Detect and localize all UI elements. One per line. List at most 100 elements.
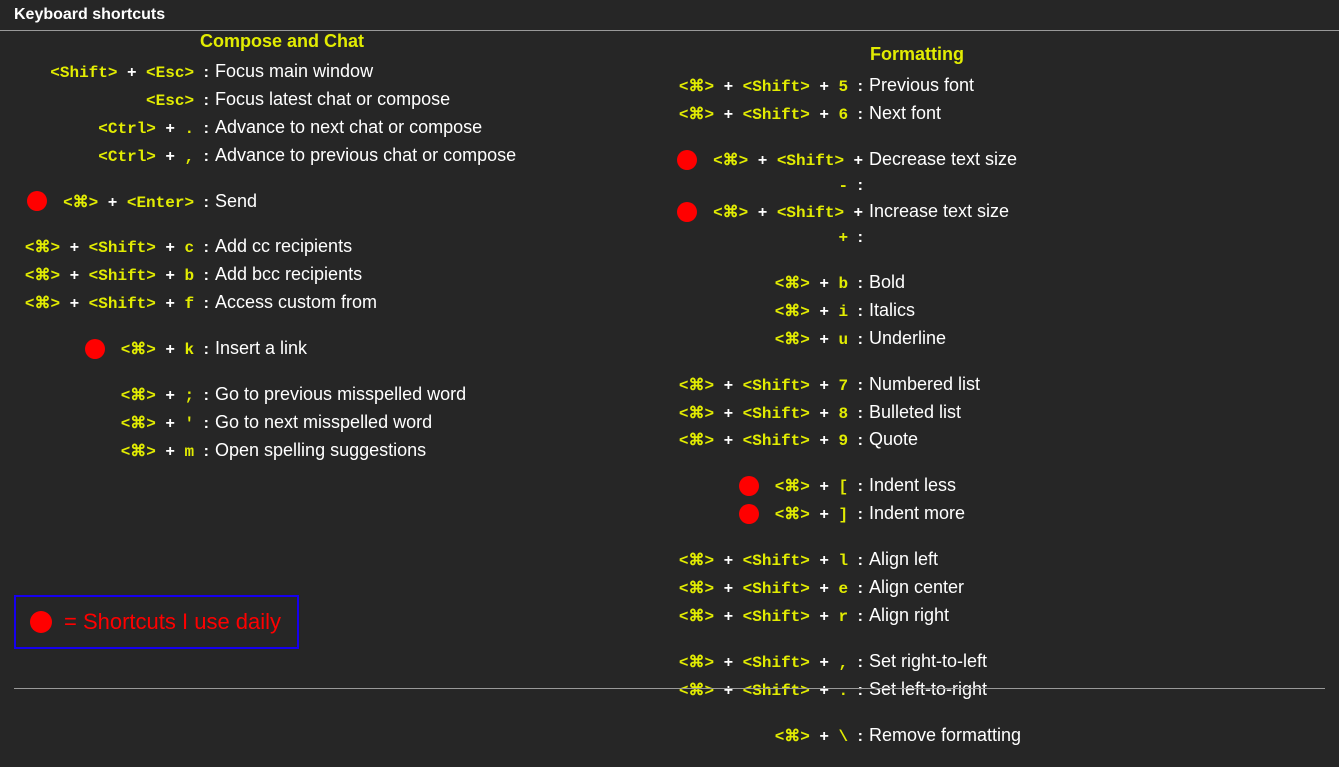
- shortcut-group: <⌘> + \ :Remove formatting: [668, 722, 1021, 750]
- shortcut-keys: <⌘> + \ :: [668, 725, 863, 750]
- shortcut-row: <⌘> + <Shift> + 8 :Bulleted list: [668, 399, 1021, 427]
- shortcut-keys: <⌘> + ; :: [14, 384, 209, 409]
- shortcut-description: Focus main window: [215, 58, 373, 86]
- shortcut-keys: <Ctrl> + , :: [14, 145, 209, 170]
- legend-text: = Shortcuts I use daily: [64, 609, 281, 635]
- shortcut-group: <⌘> + <Shift> + 7 :Numbered list<⌘> + <S…: [668, 371, 1021, 455]
- shortcut-description: Align left: [869, 546, 938, 574]
- shortcut-keys: <⌘> + ' :: [14, 412, 209, 437]
- shortcut-description: Numbered list: [869, 371, 980, 399]
- red-dot-icon: [739, 504, 759, 524]
- column-formatting: <⌘> + <Shift> + 5 :Previous font<⌘> + <S…: [668, 72, 1021, 767]
- shortcut-keys: <⌘> + <Shift> + 8 :: [668, 402, 863, 427]
- shortcut-keys: <⌘> + <Shift> + r :: [668, 605, 863, 630]
- shortcut-keys: <⌘> + <Shift> + 6 :: [668, 103, 863, 128]
- shortcut-keys: <⌘> + <Shift> + f :: [14, 292, 209, 317]
- shortcut-keys: <⌘> + k :: [14, 338, 209, 363]
- shortcut-keys: <⌘> + b :: [668, 272, 863, 297]
- dialog-header: Keyboard shortcuts: [0, 0, 1339, 31]
- shortcut-keys: <⌘> + <Shift> + . :: [668, 679, 863, 704]
- shortcut-description: Focus latest chat or compose: [215, 86, 450, 114]
- red-dot-icon: [739, 476, 759, 496]
- shortcut-group: <⌘> + b :Bold<⌘> + i :Italics<⌘> + u :Un…: [668, 269, 1021, 353]
- shortcut-row: <⌘> + <Shift> + 7 :Numbered list: [668, 371, 1021, 399]
- shortcut-description: Bold: [869, 269, 905, 297]
- shortcut-group: <⌘> + <Shift> + 5 :Previous font<⌘> + <S…: [668, 72, 1021, 128]
- shortcut-group: <⌘> + <Shift> + - :Decrease text size <⌘…: [668, 146, 1021, 251]
- shortcut-description: Set left-to-right: [869, 676, 987, 704]
- shortcut-row: <⌘> + <Shift> + e :Align center: [668, 574, 1021, 602]
- shortcut-keys: <⌘> + <Shift> + 7 :: [668, 374, 863, 399]
- red-dot-icon: [27, 191, 47, 211]
- shortcut-description: Italics: [869, 297, 915, 325]
- shortcut-description: Increase text size: [869, 198, 1009, 226]
- shortcut-description: Underline: [869, 325, 946, 353]
- shortcut-group: <⌘> + [ :Indent less <⌘> + ] :Indent mor…: [668, 472, 1021, 528]
- shortcut-description: Go to next misspelled word: [215, 409, 432, 437]
- shortcut-keys: <⌘> + <Shift> + l :: [668, 549, 863, 574]
- shortcut-description: Align right: [869, 602, 949, 630]
- red-dot-icon: [85, 339, 105, 359]
- shortcut-description: Bulleted list: [869, 399, 961, 427]
- shortcut-keys: <Ctrl> + . :: [14, 117, 209, 142]
- shortcut-group: <⌘> + <Shift> + l :Align left<⌘> + <Shif…: [668, 546, 1021, 630]
- shortcut-description: Quote: [869, 426, 918, 454]
- shortcut-keys: <⌘> + <Enter> :: [14, 191, 209, 216]
- shortcut-row: <⌘> + [ :Indent less: [668, 472, 1021, 500]
- shortcut-description: Set right-to-left: [869, 648, 987, 676]
- shortcut-keys: <⌘> + <Shift> + + :: [668, 201, 863, 251]
- shortcut-keys: <Shift> + <Esc> :: [14, 61, 209, 86]
- shortcut-row: <⌘> + b :Bold: [668, 269, 1021, 297]
- shortcut-keys: <⌘> + <Shift> + 9 :: [668, 429, 863, 454]
- shortcut-description: Indent less: [869, 472, 956, 500]
- shortcut-keys: <⌘> + <Shift> + - :: [668, 149, 863, 199]
- shortcut-row: <⌘> + <Shift> + , :Set right-to-left: [668, 648, 1021, 676]
- section-title-compose: Compose and Chat: [200, 31, 1339, 52]
- shortcut-description: Remove formatting: [869, 722, 1021, 750]
- shortcut-keys: <⌘> + u :: [668, 328, 863, 353]
- shortcut-keys: <⌘> + <Shift> + 5 :: [668, 75, 863, 100]
- shortcut-description: Send: [215, 188, 257, 216]
- shortcut-row: <⌘> + u :Underline: [668, 325, 1021, 353]
- legend-box: = Shortcuts I use daily: [14, 595, 299, 649]
- shortcut-description: Access custom from: [215, 289, 377, 317]
- shortcut-description: Align center: [869, 574, 964, 602]
- shortcut-row: <⌘> + ] :Indent more: [668, 500, 1021, 528]
- shortcut-keys: <⌘> + i :: [668, 300, 863, 325]
- shortcut-description: Advance to previous chat or compose: [215, 142, 516, 170]
- shortcut-keys: <⌘> + <Shift> + c :: [14, 236, 209, 261]
- shortcut-description: Advance to next chat or compose: [215, 114, 482, 142]
- shortcut-description: Open spelling suggestions: [215, 437, 426, 465]
- shortcut-row: <⌘> + <Shift> + + :Increase text size: [668, 198, 1021, 251]
- shortcut-keys: <Esc> :: [14, 89, 209, 114]
- shortcut-description: Next font: [869, 100, 941, 128]
- shortcut-group: <⌘> + <Shift> + , :Set right-to-left<⌘> …: [668, 648, 1021, 704]
- shortcut-keys: <⌘> + <Shift> + , :: [668, 651, 863, 676]
- shortcut-keys: <⌘> + <Shift> + e :: [668, 577, 863, 602]
- shortcut-description: Insert a link: [215, 335, 307, 363]
- dialog-title: Keyboard shortcuts: [14, 6, 165, 23]
- red-dot-icon: [30, 611, 52, 633]
- shortcut-description: Previous font: [869, 72, 974, 100]
- section-title-formatting: Formatting: [870, 44, 964, 65]
- footer-divider: [14, 688, 1325, 689]
- shortcut-row: <⌘> + <Shift> + 6 :Next font: [668, 100, 1021, 128]
- shortcut-description: Add cc recipients: [215, 233, 352, 261]
- shortcut-description: Indent more: [869, 500, 965, 528]
- shortcut-description: Add bcc recipients: [215, 261, 362, 289]
- shortcut-row: <⌘> + <Shift> + 5 :Previous font: [668, 72, 1021, 100]
- shortcut-row: <⌘> + <Shift> + r :Align right: [668, 602, 1021, 630]
- shortcut-row: <⌘> + \ :Remove formatting: [668, 722, 1021, 750]
- shortcut-keys: <⌘> + m :: [14, 440, 209, 465]
- shortcut-keys: <⌘> + [ :: [668, 475, 863, 500]
- shortcut-keys: <⌘> + <Shift> + b :: [14, 264, 209, 289]
- shortcut-description: Decrease text size: [869, 146, 1017, 174]
- shortcut-description: Go to previous misspelled word: [215, 381, 466, 409]
- shortcut-row: <⌘> + i :Italics: [668, 297, 1021, 325]
- shortcut-row: <⌘> + <Shift> + 9 :Quote: [668, 426, 1021, 454]
- red-dot-icon: [677, 150, 697, 170]
- shortcut-keys: <⌘> + ] :: [668, 503, 863, 528]
- shortcut-row: <⌘> + <Shift> + - :Decrease text size: [668, 146, 1021, 199]
- shortcut-row: <⌘> + <Shift> + l :Align left: [668, 546, 1021, 574]
- shortcut-row: <⌘> + <Shift> + . :Set left-to-right: [668, 676, 1021, 704]
